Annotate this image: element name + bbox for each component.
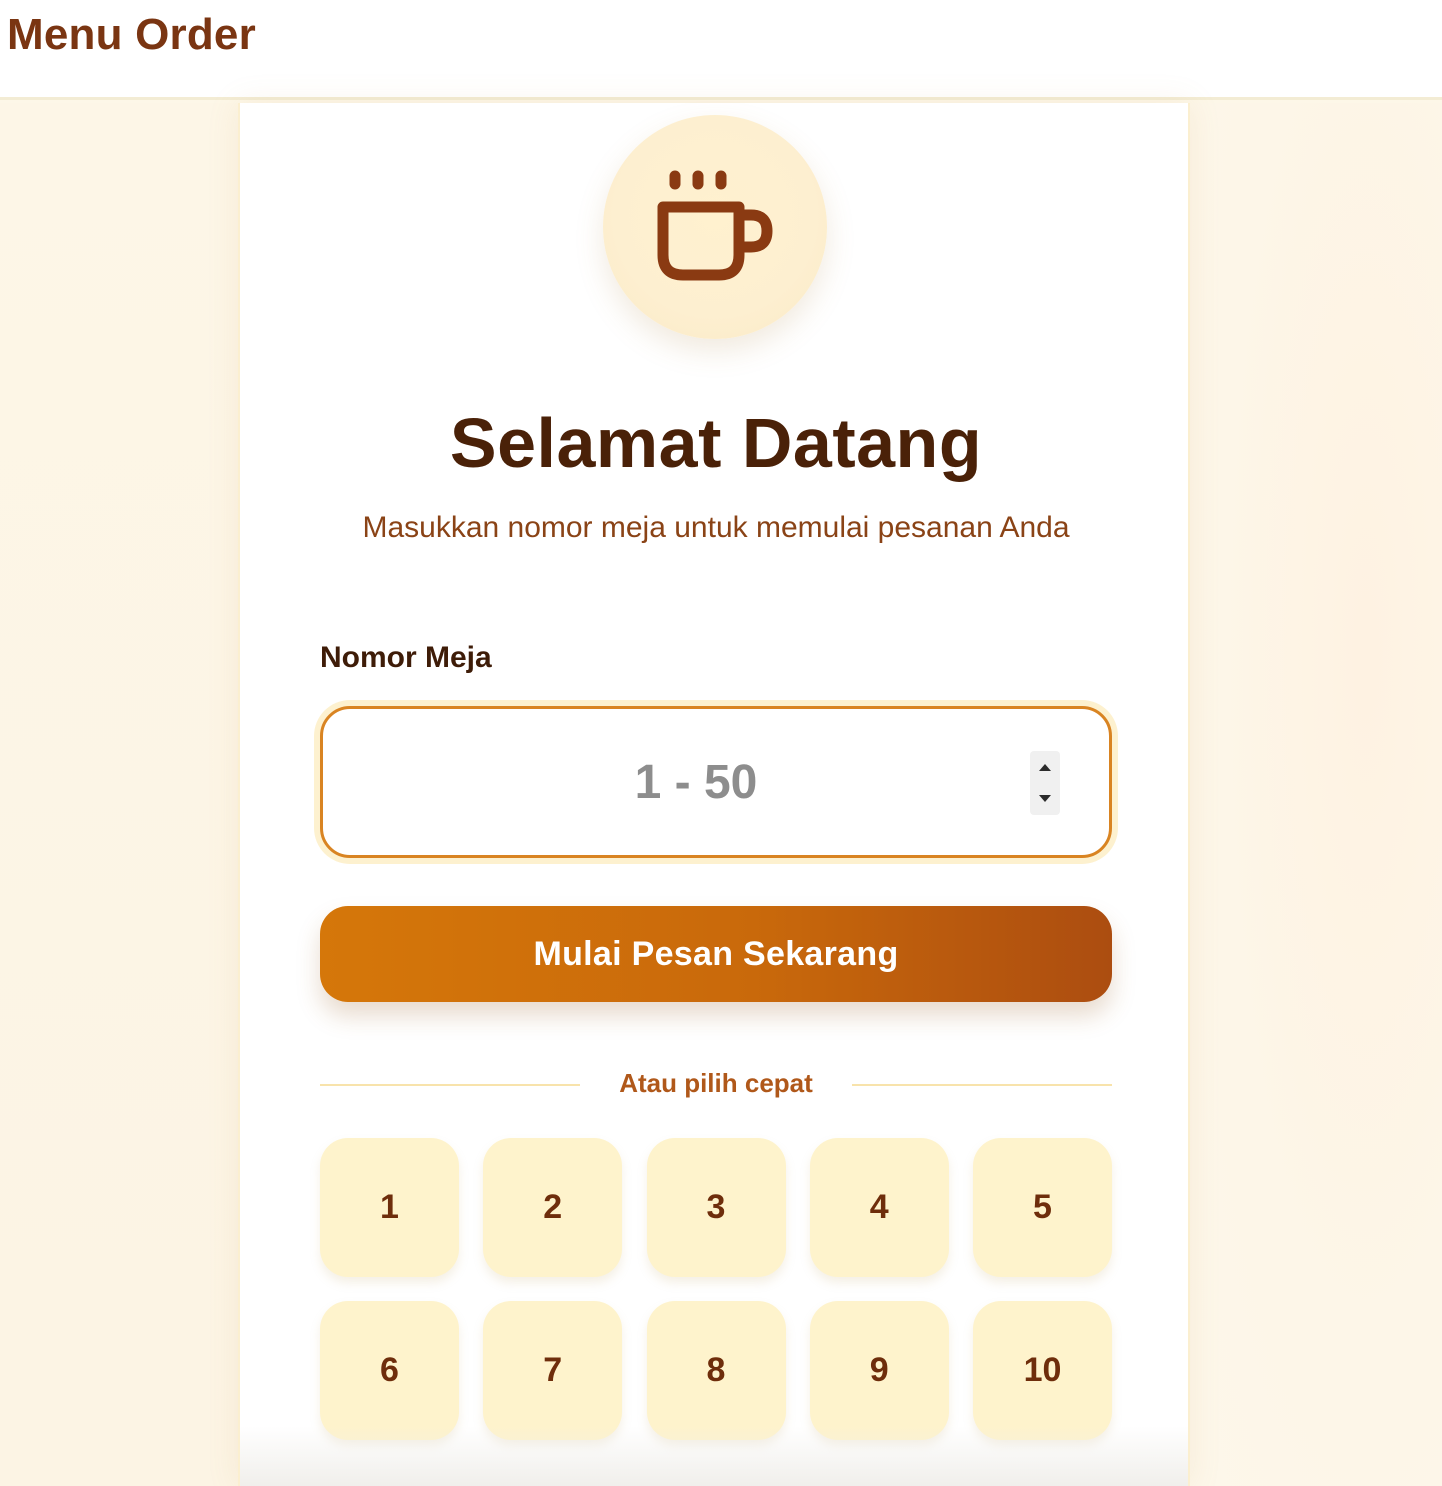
quick-table-button[interactable]: 10 — [973, 1301, 1112, 1440]
quick-table-button[interactable]: 5 — [973, 1138, 1112, 1277]
quick-table-button[interactable]: 3 — [646, 1138, 786, 1277]
stepper-up-button[interactable] — [1030, 751, 1060, 783]
quick-table-button[interactable]: 2 — [483, 1138, 623, 1277]
quick-pick-grid: 1 2 3 4 5 6 7 8 9 10 — [320, 1138, 1112, 1440]
quick-table-button[interactable]: 7 — [483, 1301, 623, 1440]
table-number-field — [320, 706, 1112, 858]
page-background-left — [0, 103, 238, 1486]
top-navbar: Menu Order — [0, 0, 1442, 100]
divider-line-right — [852, 1084, 1112, 1086]
quick-table-button[interactable]: 8 — [646, 1301, 786, 1440]
logo-badge — [603, 115, 827, 339]
table-number-input[interactable] — [323, 709, 1109, 855]
app-title[interactable]: Menu Order — [7, 10, 256, 60]
caret-up-icon — [1039, 764, 1051, 771]
quick-table-button[interactable]: 1 — [320, 1138, 459, 1277]
stepper-down-button[interactable] — [1030, 783, 1060, 815]
welcome-title: Selamat Datang — [449, 404, 983, 482]
number-stepper[interactable] — [1030, 751, 1060, 815]
welcome-subtitle: Masukkan nomor meja untuk memulai pesana… — [362, 511, 1070, 544]
table-number-label: Nomor Meja — [320, 641, 492, 674]
caret-down-icon — [1039, 795, 1051, 802]
coffee-cup-icon — [657, 170, 773, 281]
welcome-card: Selamat Datang Masukkan nomor meja untuk… — [238, 103, 1190, 1486]
start-order-button[interactable]: Mulai Pesan Sekarang — [320, 906, 1112, 1002]
quick-table-button[interactable]: 9 — [809, 1301, 949, 1440]
quick-table-button[interactable]: 6 — [320, 1301, 459, 1440]
quick-table-button[interactable]: 4 — [809, 1138, 949, 1277]
page-background-right — [1190, 103, 1442, 1486]
